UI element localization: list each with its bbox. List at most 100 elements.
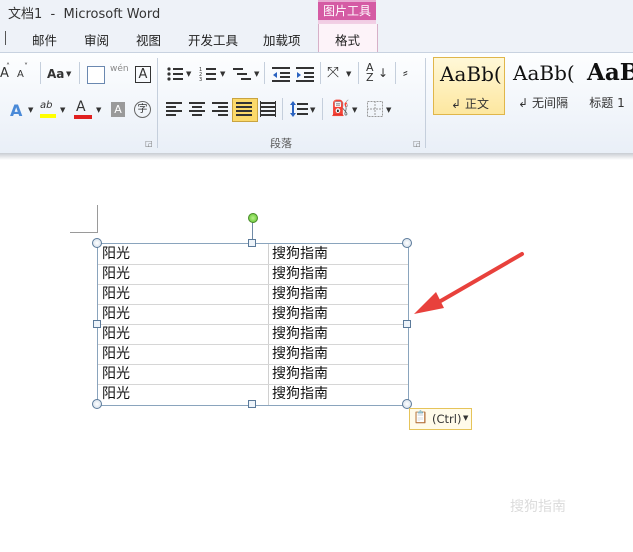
chevron-down-icon: ▼ bbox=[60, 106, 66, 114]
picture-tools-label: 图片工具 bbox=[318, 2, 376, 20]
divider bbox=[282, 98, 283, 120]
clear-format-icon[interactable] bbox=[87, 66, 105, 84]
group-divider bbox=[157, 58, 158, 148]
increase-indent-icon[interactable] bbox=[296, 66, 314, 82]
line-spacing-icon[interactable] bbox=[290, 101, 308, 117]
bullets-icon[interactable] bbox=[166, 66, 184, 82]
table-row: 阳光 搜狗指南 bbox=[98, 344, 408, 364]
watermark: 搜狗指南 bbox=[510, 499, 566, 515]
divider bbox=[264, 62, 265, 84]
style-name-text: 正文 bbox=[464, 97, 489, 111]
phonetic-guide-button[interactable]: wén bbox=[110, 64, 129, 74]
chevron-down-icon: ▼ bbox=[310, 106, 316, 114]
align-center-icon[interactable] bbox=[189, 102, 205, 116]
font-dialog-launcher-icon[interactable]: ◲ bbox=[145, 139, 153, 148]
resize-handle-top-left[interactable] bbox=[92, 238, 102, 248]
chevron-down-icon: ▼ bbox=[346, 70, 352, 78]
resize-handle-bottom[interactable] bbox=[248, 400, 256, 408]
divider bbox=[395, 62, 396, 84]
ribbon-shadow bbox=[0, 153, 633, 160]
style-name-text: 无间隔 bbox=[531, 96, 568, 110]
table-cell: 阳光 bbox=[102, 326, 130, 342]
divider bbox=[40, 62, 41, 84]
paragraph-dialog-launcher-icon[interactable]: ◲ bbox=[413, 139, 421, 148]
tab-review[interactable]: 审阅 bbox=[84, 30, 109, 49]
table-cell: 搜狗指南 bbox=[272, 266, 328, 282]
chevron-down-icon: ▼ bbox=[463, 414, 469, 422]
table-cell: 阳光 bbox=[102, 266, 130, 282]
distributed-icon[interactable] bbox=[260, 101, 276, 117]
resize-handle-bottom-left[interactable] bbox=[92, 399, 102, 409]
resize-handle-top[interactable] bbox=[248, 239, 256, 247]
enclose-char-button[interactable]: 字 bbox=[134, 101, 151, 118]
table-cell: 阳光 bbox=[102, 346, 130, 362]
table-row: 阳光 搜狗指南 bbox=[98, 324, 408, 344]
table-row: 阳光 搜狗指南 bbox=[98, 264, 408, 284]
asian-layout-icon[interactable]: ⤧ bbox=[327, 63, 339, 81]
align-left-icon[interactable] bbox=[166, 102, 182, 116]
table-row: 阳光 搜狗指南 bbox=[98, 364, 408, 384]
resize-handle-left[interactable] bbox=[93, 320, 101, 328]
table-cell: 搜狗指南 bbox=[272, 386, 328, 402]
table-cell: 搜狗指南 bbox=[272, 306, 328, 322]
style-sample: AaBb( bbox=[440, 62, 502, 86]
margin-corner-mark bbox=[70, 232, 98, 233]
paragraph-mark-icon: ↲ bbox=[518, 96, 529, 110]
style-heading-1[interactable]: AaB 标题 1 bbox=[581, 57, 633, 115]
resize-handle-top-right[interactable] bbox=[402, 238, 412, 248]
table-cell: 搜狗指南 bbox=[272, 326, 328, 342]
rotate-handle[interactable] bbox=[248, 213, 258, 223]
style-sample: AaB bbox=[587, 59, 633, 86]
style-normal[interactable]: AaBb( ↲ 正文 bbox=[433, 57, 505, 115]
chevron-down-icon: ▼ bbox=[352, 106, 358, 114]
tab-addins[interactable]: 加载项 bbox=[263, 30, 301, 49]
tab-format[interactable]: 格式 bbox=[335, 30, 360, 49]
chevron-down-icon: ▼ bbox=[386, 106, 392, 114]
pasted-table-picture[interactable]: 阳光 搜狗指南 阳光 搜狗指南 阳光 搜狗指南 阳光 搜狗指南 阳光 搜狗指南 … bbox=[97, 243, 409, 406]
table-cell: 阳光 bbox=[102, 386, 130, 402]
table-cell: 搜狗指南 bbox=[272, 246, 328, 262]
char-border-button[interactable]: A bbox=[135, 66, 151, 83]
styles-gallery: AaBb( ↲ 正文 AaBb( ↲ 无间隔 AaB 标题 1 bbox=[433, 57, 633, 117]
divider bbox=[322, 98, 323, 120]
group-divider bbox=[425, 58, 426, 148]
table-row: 阳光 搜狗指南 bbox=[98, 304, 408, 324]
paste-options-button[interactable]: 📋 (Ctrl) ▼ bbox=[409, 408, 472, 430]
style-sample: AaBb( bbox=[513, 61, 575, 85]
chevron-down-icon: ▼ bbox=[28, 106, 34, 114]
sort-arrow-icon: ↓ bbox=[378, 66, 389, 80]
change-case-button[interactable]: Aa bbox=[47, 67, 64, 81]
font-color-button[interactable]: A bbox=[76, 99, 86, 115]
paste-options-label: (Ctrl) bbox=[432, 412, 462, 426]
show-formatting-icon[interactable]: ⸗ bbox=[403, 64, 408, 81]
table-row: 阳光 搜狗指南 bbox=[98, 244, 408, 264]
sort-icon[interactable]: AZ bbox=[366, 62, 374, 83]
table-cell: 阳光 bbox=[102, 366, 130, 382]
text-effect-button[interactable]: A bbox=[10, 101, 22, 120]
numbering-icon[interactable]: 1 2 3 bbox=[199, 66, 217, 82]
highlight-color-bar bbox=[40, 114, 56, 118]
resize-handle-right[interactable] bbox=[403, 320, 411, 328]
table-cell: 搜狗指南 bbox=[272, 286, 328, 302]
tab-developer[interactable]: 开发工具 bbox=[188, 30, 238, 49]
decrease-indent-icon[interactable] bbox=[272, 66, 290, 82]
grow-arrow-icon: ˄ bbox=[6, 62, 10, 71]
highlight-button[interactable]: ab bbox=[40, 100, 52, 111]
paragraph-group-label: 段落 bbox=[270, 137, 292, 150]
chevron-down-icon: ▼ bbox=[66, 70, 72, 78]
shrink-font-button[interactable]: A bbox=[17, 69, 24, 80]
borders-icon[interactable] bbox=[367, 101, 383, 117]
align-right-icon[interactable] bbox=[212, 102, 228, 116]
tab-edge-fragment bbox=[0, 31, 6, 45]
svg-text:3: 3 bbox=[199, 77, 202, 82]
table-cell: 阳光 bbox=[102, 286, 130, 302]
multilevel-list-icon[interactable] bbox=[233, 66, 253, 82]
tab-view[interactable]: 视图 bbox=[136, 30, 161, 49]
tab-mailings[interactable]: 邮件 bbox=[32, 30, 57, 49]
char-shading-button[interactable]: A bbox=[111, 102, 125, 117]
table-cell: 搜狗指南 bbox=[272, 346, 328, 362]
style-name-text: 标题 1 bbox=[589, 96, 625, 110]
style-name: ↲ 无间隔 bbox=[507, 94, 579, 111]
shading-bucket-icon[interactable]: ⛽ bbox=[331, 99, 350, 117]
style-no-spacing[interactable]: AaBb( ↲ 无间隔 bbox=[507, 57, 579, 115]
